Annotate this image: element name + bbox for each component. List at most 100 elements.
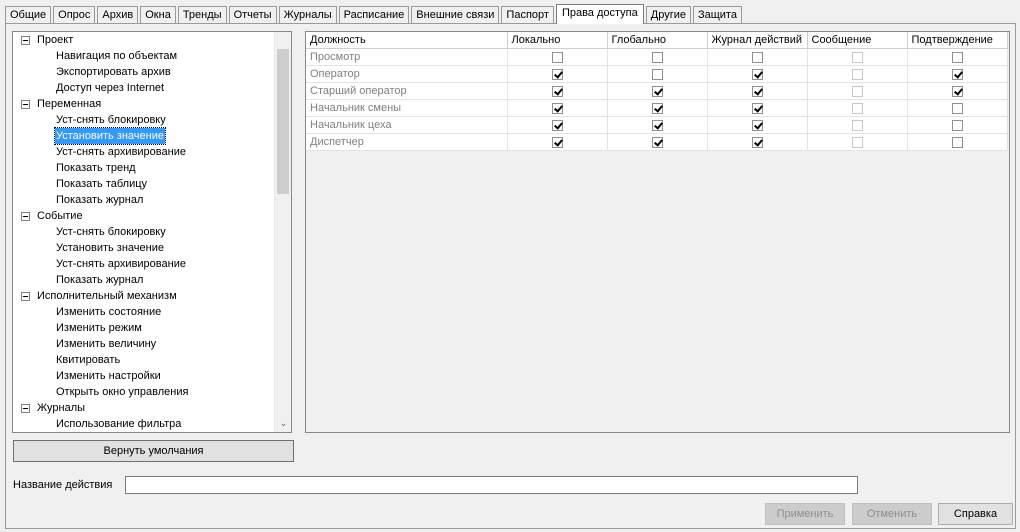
permission-checkbox[interactable] (951, 68, 963, 80)
tab-strip: Общие Опрос Архив Окна Тренды Отчеты Журналы Ра… (5, 4, 744, 24)
tab-4[interactable]: Тренды (177, 6, 227, 23)
tree-group-node[interactable]: Журналы (13, 400, 274, 416)
tree-item-label: Уст-снять архивирование (56, 258, 186, 270)
permission-checkbox[interactable] (551, 85, 563, 97)
tree-item[interactable]: Уст-снять архивирование (13, 144, 274, 160)
action-name-input[interactable] (125, 476, 858, 494)
tree-item[interactable]: Навигация по объектам (13, 48, 274, 64)
permission-checkbox[interactable] (951, 119, 963, 131)
tree-item-label: Квитировать (56, 354, 121, 366)
permission-checkbox[interactable] (551, 102, 563, 114)
tab-5[interactable]: Отчеты (228, 6, 277, 23)
tab-8[interactable]: Внешние связи (411, 6, 500, 23)
tree-group-node[interactable]: Проект (13, 32, 274, 48)
permission-checkbox[interactable] (951, 85, 963, 97)
permission-cell (907, 65, 1008, 83)
tree-item[interactable]: Изменить настройки (13, 368, 274, 384)
permission-checkbox[interactable] (651, 136, 663, 148)
scroll-down-arrow-icon[interactable]: ⌄ (275, 415, 291, 432)
permission-checkbox[interactable] (951, 51, 963, 63)
tab-11[interactable]: Другие (645, 6, 691, 23)
tree-item[interactable]: Показать журнал (13, 192, 274, 208)
tree-item[interactable]: Изменить режим (13, 320, 274, 336)
tree-item-label: Показать тренд (56, 162, 136, 174)
permission-cell (807, 48, 908, 66)
help-button[interactable]: Справка (938, 503, 1013, 525)
permission-checkbox[interactable] (751, 51, 763, 63)
permission-checkbox[interactable] (751, 85, 763, 97)
tab-6[interactable]: Журналы (278, 6, 337, 23)
permission-cell (707, 48, 808, 66)
permission-checkbox[interactable] (551, 68, 563, 80)
tree-item[interactable]: Показать таблицу (13, 176, 274, 192)
permission-checkbox[interactable] (751, 68, 763, 80)
permission-checkbox[interactable] (751, 136, 763, 148)
permission-checkbox[interactable] (651, 85, 663, 97)
permission-cell (607, 82, 708, 100)
tree-item[interactable]: Установить значение (13, 127, 274, 145)
permission-checkbox[interactable] (651, 51, 663, 63)
permission-cell (607, 48, 708, 66)
scroll-thumb[interactable] (277, 49, 289, 194)
tree-item[interactable]: Уст-снять блокировку (13, 112, 274, 128)
permission-checkbox[interactable] (651, 119, 663, 131)
tree-item[interactable]: Квитировать (13, 352, 274, 368)
role-name-cell: Начальник цеха (306, 116, 508, 134)
tab-10[interactable]: Права доступа (555, 4, 644, 24)
cancel-button[interactable]: Отменить (852, 503, 932, 525)
permission-checkbox[interactable] (751, 102, 763, 114)
permission-checkbox[interactable] (651, 102, 663, 114)
permission-cell (907, 133, 1008, 151)
permission-cell (607, 133, 708, 151)
tree-item[interactable]: Изменить состояние (13, 304, 274, 320)
tree-item-label: Использование фильтра (56, 418, 182, 430)
permission-cell (907, 48, 1008, 66)
tree-item[interactable]: Показать тренд (13, 160, 274, 176)
tab-1[interactable]: Опрос (53, 6, 96, 23)
tree-group-node[interactable]: Исполнительный механизм (13, 288, 274, 304)
permission-checkbox (851, 119, 863, 131)
tree-item[interactable]: Использование фильтра (13, 416, 274, 432)
permission-checkbox[interactable] (551, 51, 563, 63)
tree-group-node[interactable]: Событие (13, 208, 274, 224)
tab-7[interactable]: Расписание (338, 6, 410, 23)
tree-vertical-scrollbar[interactable]: ⌄ (274, 32, 291, 432)
scroll-up-arrow-icon[interactable] (275, 32, 291, 49)
tree-item[interactable]: Экспортировать архив (13, 64, 274, 80)
permission-checkbox (851, 85, 863, 97)
tree-item[interactable]: Показать журнал (13, 272, 274, 288)
tab-2[interactable]: Архив (97, 6, 139, 23)
collapse-minus-icon[interactable] (21, 36, 30, 45)
permission-checkbox[interactable] (551, 119, 563, 131)
tab-9[interactable]: Паспорт (501, 6, 554, 23)
collapse-minus-icon[interactable] (21, 404, 30, 413)
tree-item[interactable]: Открыть окно управления (13, 384, 274, 400)
permission-cell (707, 99, 808, 117)
permission-checkbox[interactable] (951, 102, 963, 114)
tree-item[interactable]: Доступ через Internet (13, 80, 274, 96)
tree-item-label: Уст-снять блокировку (56, 114, 166, 126)
permission-checkbox[interactable] (951, 136, 963, 148)
permission-cell (807, 116, 908, 134)
tree-item[interactable]: Установить значение (13, 240, 274, 256)
reset-defaults-button[interactable]: Вернуть умолчания (13, 440, 294, 462)
permission-checkbox[interactable] (651, 68, 663, 80)
table-row: Оператор (306, 65, 1008, 83)
tree-item[interactable]: Изменить величину (13, 336, 274, 352)
role-name-cell: Начальник смены (306, 99, 508, 117)
permission-checkbox[interactable] (551, 136, 563, 148)
tree-item[interactable]: Уст-снять архивирование (13, 256, 274, 272)
tab-3[interactable]: Окна (140, 6, 176, 23)
tree-item-label: Доступ через Internet (56, 82, 165, 94)
tree-group-node[interactable]: Переменная (13, 96, 274, 112)
permission-checkbox[interactable] (751, 119, 763, 131)
actions-tree[interactable]: Проект Навигация по объектам Экспортироват… (12, 31, 292, 433)
tab-0[interactable]: Общие (5, 6, 52, 23)
tab-12[interactable]: Защита (692, 6, 742, 23)
tree-item-label: Событие (37, 210, 83, 222)
collapse-minus-icon[interactable] (21, 292, 30, 301)
collapse-minus-icon[interactable] (21, 100, 30, 109)
tree-item[interactable]: Уст-снять блокировку (13, 224, 274, 240)
apply-button[interactable]: Применить (765, 503, 845, 525)
collapse-minus-icon[interactable] (21, 212, 30, 221)
